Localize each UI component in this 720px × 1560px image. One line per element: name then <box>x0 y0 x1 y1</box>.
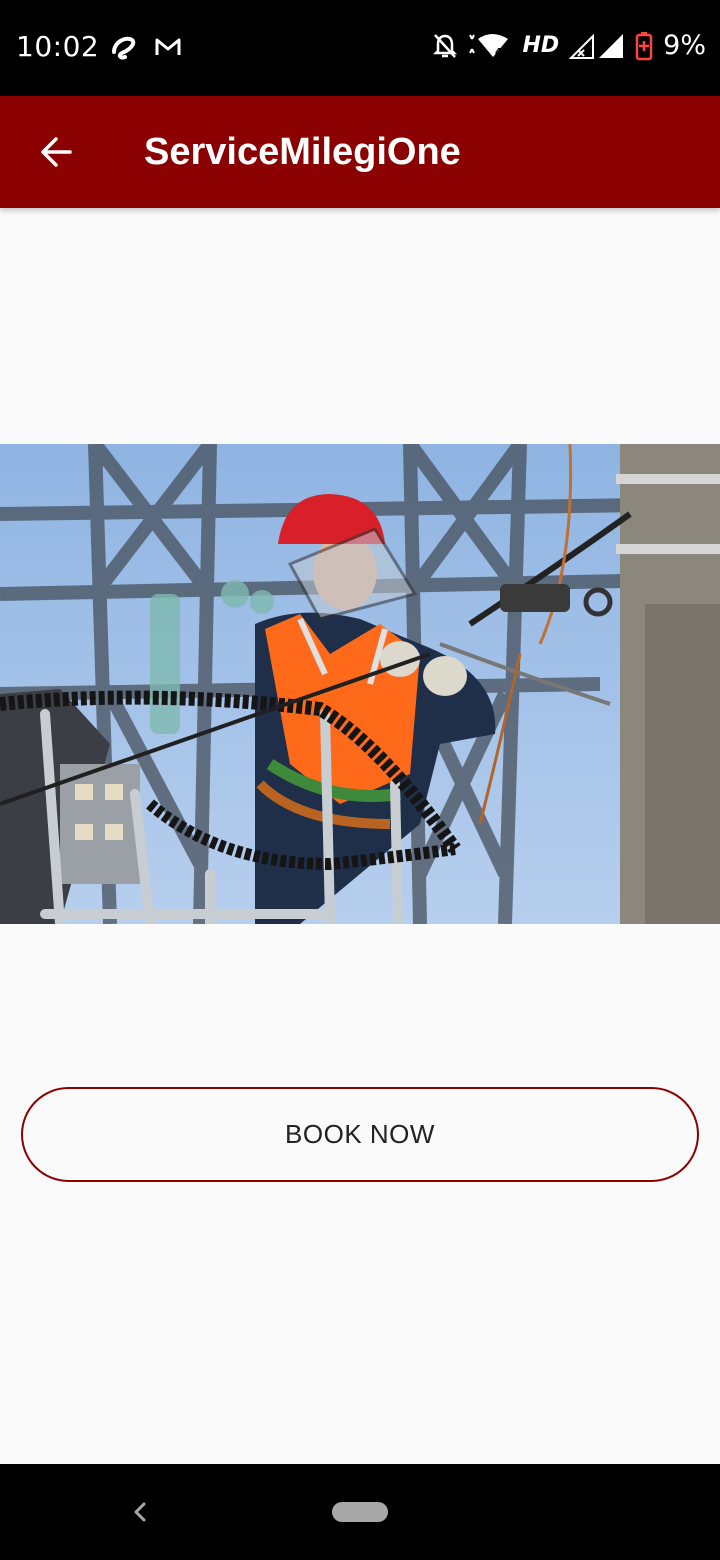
hero-image <box>0 444 720 924</box>
arrow-back-icon <box>41 137 72 167</box>
svg-text:4: 4 <box>495 47 502 58</box>
back-button[interactable] <box>28 124 84 180</box>
book-now-button[interactable]: BOOK NOW <box>21 1087 699 1182</box>
status-bar: 10:02 4 HD 9% <box>0 0 720 96</box>
gmail-icon <box>155 38 181 55</box>
signal-icon <box>569 33 624 59</box>
lineman-photo <box>0 444 720 924</box>
wifi-icon: 4 <box>469 33 509 58</box>
notification-icons <box>108 32 182 62</box>
app-bar: ServiceMilegiOne <box>0 96 720 208</box>
network-type-label: HD <box>522 33 560 58</box>
status-time: 10:02 <box>16 30 100 63</box>
airtel-icon <box>112 36 136 60</box>
nav-back-icon[interactable] <box>126 1496 154 1528</box>
battery-icon <box>635 31 653 60</box>
battery-percent: 9% <box>663 30 706 61</box>
mute-icon <box>433 33 458 58</box>
nav-home-pill[interactable] <box>332 1502 388 1522</box>
book-now-label: BOOK NOW <box>285 1119 435 1149</box>
app-title: ServiceMilegiOne <box>144 131 461 173</box>
system-icons: 4 HD 9% <box>432 30 706 61</box>
